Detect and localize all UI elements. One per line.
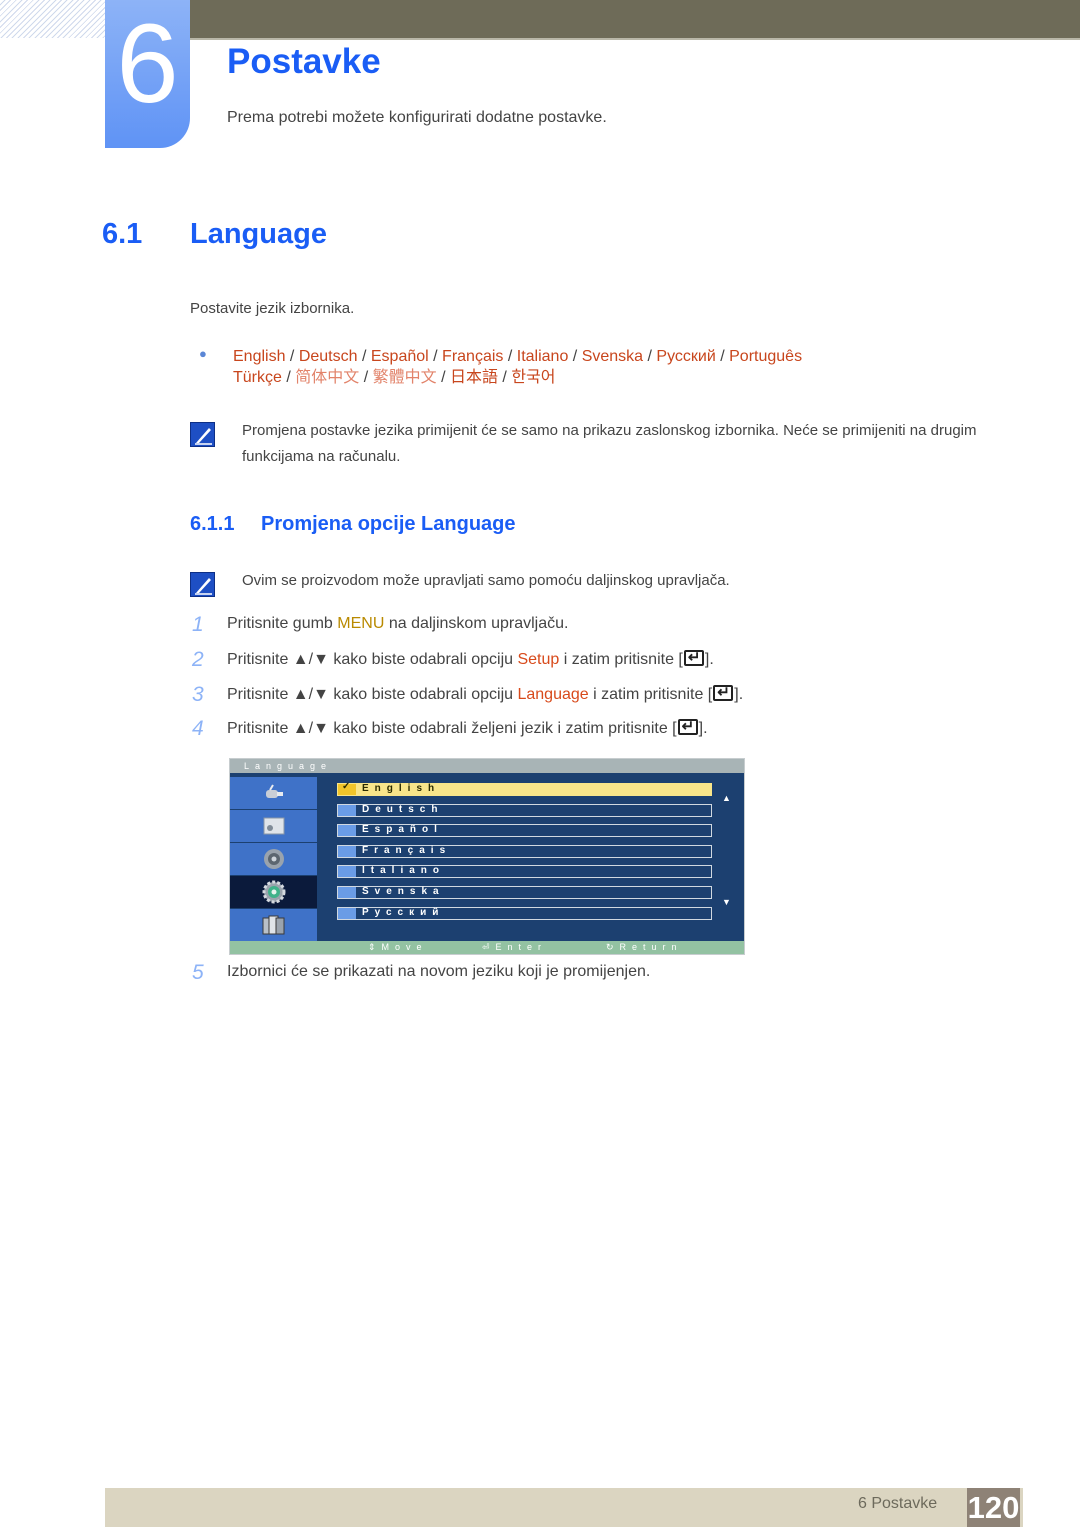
- language-option: Deutsch: [298, 348, 358, 365]
- language-option: Русский: [656, 348, 716, 365]
- step-number: 5: [192, 961, 204, 984]
- language-option: Italiano: [516, 348, 569, 365]
- language-option: 繁體中文: [372, 369, 437, 386]
- note-icon: [190, 422, 215, 447]
- menu-keyword: MENU: [337, 615, 385, 632]
- language-option: Français: [442, 348, 504, 365]
- subsection-title: Promjena opcije Language: [261, 513, 516, 535]
- osd-footer: ⇕Move ⏎Enter ↻Return: [230, 941, 744, 954]
- separator: /: [497, 369, 512, 386]
- osd-move-hint: ⇕Move: [368, 942, 428, 952]
- option-marker: [338, 845, 356, 857]
- osd-option-4[interactable]: Français: [337, 844, 712, 858]
- step-number: 3: [192, 683, 204, 706]
- osd-scroll-up-icon: ▲: [722, 793, 731, 803]
- option-label: English: [362, 783, 441, 794]
- section-title: Language: [190, 218, 327, 250]
- section-number: 6.1: [102, 218, 143, 250]
- setup-keyword: Setup: [517, 651, 560, 668]
- osd-picture-icon: [230, 810, 317, 842]
- language-list-line-1: English / Deutsch / Español / Français /…: [233, 346, 802, 367]
- language-option: 简体中文: [295, 369, 360, 386]
- option-marker: ✓: [338, 781, 356, 795]
- separator: /: [503, 348, 517, 365]
- osd-option-1[interactable]: ✓ English: [337, 781, 712, 796]
- language-list: English / Deutsch / Español / Français /…: [233, 346, 802, 388]
- separator: /: [428, 348, 443, 365]
- language-option: 한국어: [511, 369, 556, 386]
- language-option: 日本語: [449, 369, 498, 386]
- enter-key-icon: [683, 648, 704, 666]
- remote-note: Ovim se proizvodom može upravljati samo …: [242, 572, 730, 589]
- enter-key-icon: [677, 717, 698, 735]
- check-icon: ✓: [342, 781, 351, 792]
- header-bar: [190, 0, 1080, 38]
- separator: /: [715, 348, 730, 365]
- osd-option-3[interactable]: Español: [337, 824, 712, 838]
- osd-option-6[interactable]: Svenska: [337, 886, 712, 899]
- option-label: Français: [362, 844, 452, 856]
- chapter-number: 6: [116, 1, 179, 126]
- osd-language-menu: Language ✓ English Deutsch Español Français I…: [229, 758, 745, 955]
- language-option: Español: [370, 348, 429, 365]
- osd-option-2[interactable]: Deutsch: [337, 803, 712, 817]
- language-option: Türkçe: [233, 369, 282, 386]
- language-list-line-2: Türkçe / 简体中文 / 繁體中文 / 日本語 / 한국어: [233, 367, 802, 388]
- osd-sidebar: [230, 773, 317, 941]
- osd-return-hint: ↻Return: [606, 942, 683, 952]
- enter-key-icon: [713, 683, 734, 701]
- step-number: 4: [192, 717, 204, 740]
- separator: /: [357, 348, 371, 365]
- osd-enter-hint: ⏎Enter: [482, 942, 548, 952]
- bullet-dot: ●: [199, 346, 207, 361]
- corner-hatch-decoration: [0, 0, 105, 38]
- option-label: Svenska: [362, 886, 445, 897]
- osd-input-icon: [230, 777, 317, 809]
- chapter-title: Postavke: [227, 42, 381, 81]
- osd-scroll-down-icon: ▼: [722, 897, 731, 907]
- enter-icon: ⏎: [482, 942, 496, 952]
- move-arrows-icon: ⇕: [368, 942, 382, 952]
- header-bar-rule: [190, 38, 1080, 40]
- osd-setup-icon: [230, 876, 317, 908]
- option-marker: [338, 887, 356, 898]
- separator: /: [281, 369, 296, 386]
- osd-option-5[interactable]: Italiano: [337, 865, 712, 879]
- separator: /: [568, 348, 582, 365]
- chapter-number-tab: 6: [105, 0, 190, 148]
- footer-chapter-label: 6 Postavke: [858, 1495, 938, 1512]
- step-number: 1: [192, 613, 204, 636]
- note-icon: [190, 572, 215, 597]
- return-icon: ↻: [606, 942, 620, 952]
- osd-title: Language: [230, 759, 744, 773]
- language-keyword: Language: [517, 686, 589, 703]
- subsection-number: 6.1.1: [190, 513, 235, 535]
- separator: /: [285, 348, 299, 365]
- language-note: Promjena postavke jezika primijenit će s…: [242, 422, 977, 465]
- osd-sound-icon: [230, 843, 317, 875]
- option-label: Italiano: [362, 865, 446, 877]
- separator: /: [643, 348, 657, 365]
- option-label: Русский: [362, 906, 445, 918]
- page-number: 120: [967, 1488, 1020, 1527]
- language-option: Svenska: [581, 348, 644, 365]
- option-label: Deutsch: [362, 803, 444, 815]
- chapter-subtitle: Prema potrebi možete konfigurirati dodat…: [227, 109, 607, 126]
- language-option: Português: [729, 348, 803, 365]
- option-marker: [338, 907, 356, 919]
- section-intro: Postavite jezik izbornika.: [190, 300, 355, 317]
- option-marker: [338, 825, 356, 837]
- separator: /: [436, 369, 450, 386]
- option-marker: [338, 866, 356, 878]
- osd-option-7[interactable]: Русский: [337, 906, 712, 920]
- option-marker: [338, 804, 356, 816]
- step-number: 2: [192, 648, 204, 671]
- separator: /: [359, 369, 373, 386]
- option-label: Español: [362, 824, 443, 836]
- language-option: English: [233, 348, 286, 365]
- osd-multi-window-icon: [230, 909, 317, 941]
